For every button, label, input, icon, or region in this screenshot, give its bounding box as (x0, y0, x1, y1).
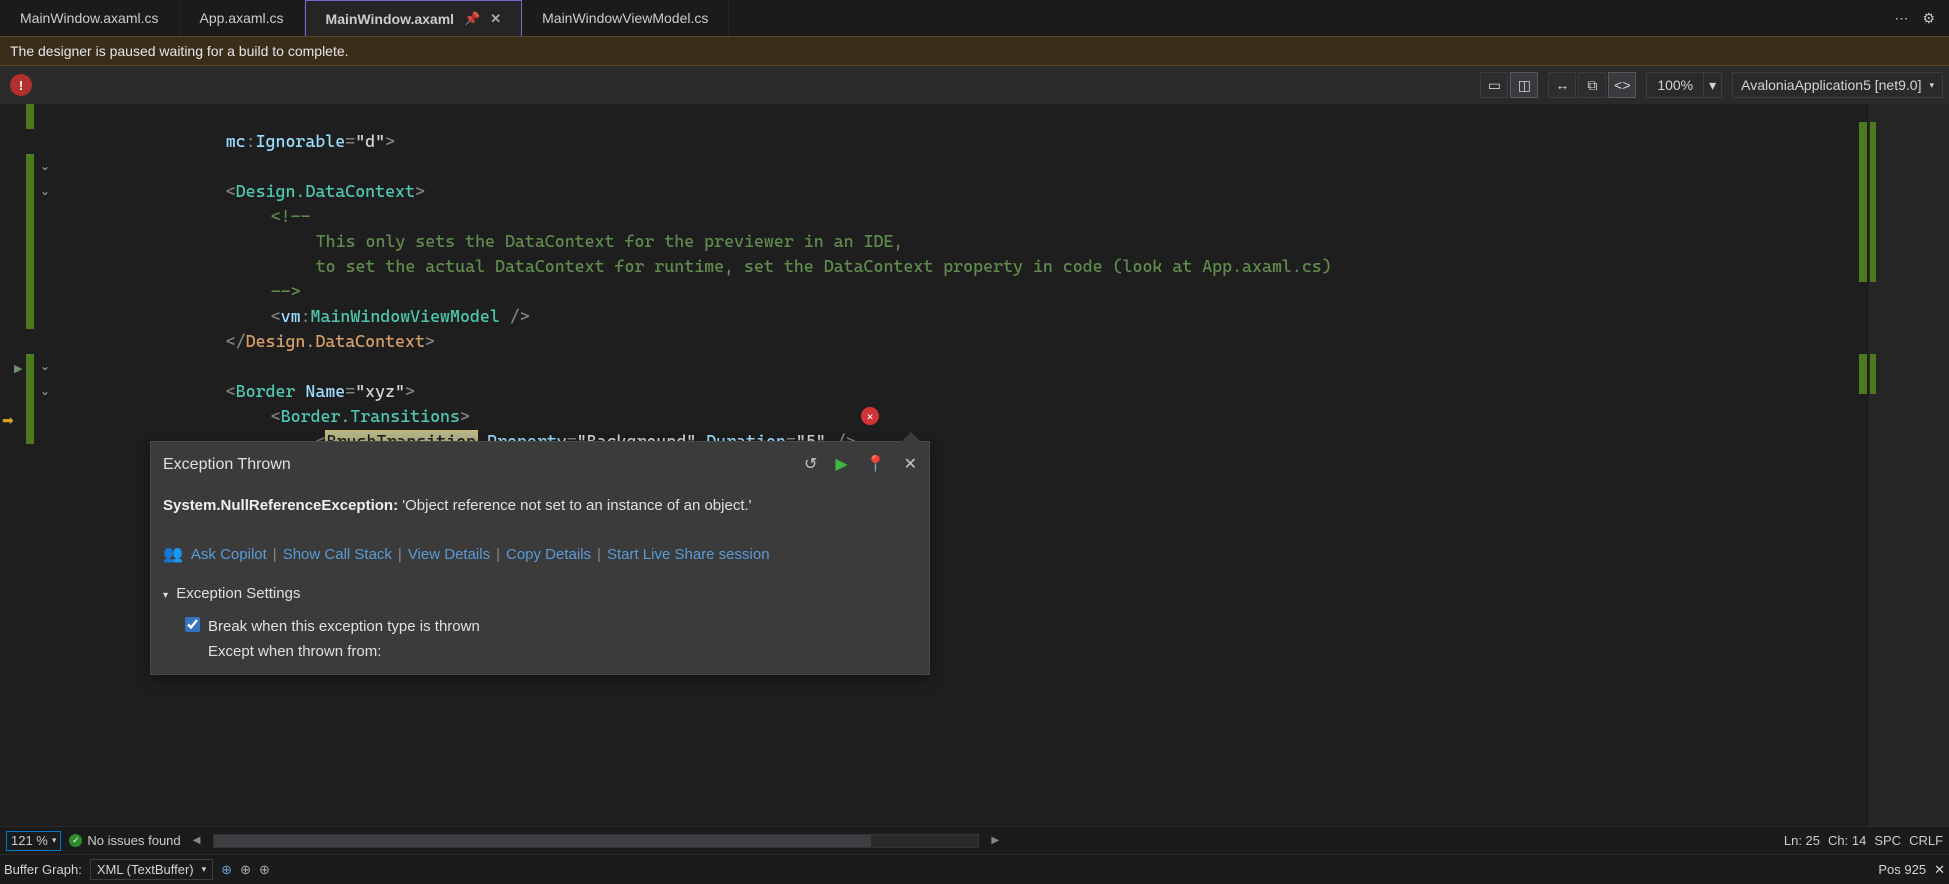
buffer-graph-label: Buffer Graph: (4, 862, 82, 877)
fold-toggle[interactable]: ⌄ (34, 184, 56, 198)
editor-body: ➡ ⌄ ⌄ ⌄ ⌄ ▶ mc:Ignorable="d"> <Design.Da… (0, 104, 1949, 826)
exception-popup: Exception Thrown ↺ ▶ 📍 ✕ System.NullRefe… (150, 441, 930, 675)
chevron-down-icon: ▾ (202, 864, 207, 875)
exception-title: Exception Thrown (163, 452, 291, 477)
chevron-down-icon: ▾ (52, 835, 57, 846)
swap-panes-button[interactable]: ↔ (1548, 72, 1576, 98)
designer-toolbar: ! ▭ ◫ ↔ ⧉ <> 100% ▾ AvaloniaApplication5… (0, 66, 1949, 104)
buffer-graph-bar: Buffer Graph: XML (TextBuffer) ▾ ⊕ ⊕ ⊕ P… (0, 854, 1949, 884)
chevron-down-icon: ▾ (1929, 80, 1934, 91)
break-label: Break when this exception type is thrown (208, 614, 480, 639)
col-status[interactable]: Ch: 14 (1828, 833, 1866, 848)
close-icon[interactable]: ✕ (1934, 862, 1945, 878)
scroll-right-icon[interactable]: ▶ (987, 835, 1003, 846)
continue-icon[interactable]: ▶ (835, 452, 847, 477)
copilot-icon: 👥 (163, 542, 183, 567)
more-icon[interactable]: ⋯ (1894, 10, 1908, 27)
gear-icon[interactable]: ⚙ (1922, 10, 1935, 27)
close-icon[interactable]: ✕ (490, 11, 501, 27)
except-label: Except when thrown from: (208, 639, 480, 664)
status-bar: 121 % ▾ ✓ No issues found ◀ ▶ Ln: 25 Ch:… (0, 826, 1949, 854)
pin-icon[interactable]: 📌 (464, 11, 480, 27)
tab-title: MainWindowViewModel.cs (542, 10, 708, 26)
close-icon[interactable]: ✕ (904, 452, 917, 477)
designer-paused-bar: The designer is paused waiting for a bui… (0, 36, 1949, 66)
view-details-link[interactable]: View Details (408, 542, 490, 567)
code-view-button[interactable]: <> (1608, 72, 1636, 98)
ask-copilot-link[interactable]: Ask Copilot (191, 542, 267, 567)
fold-toggle[interactable]: ⌄ (34, 159, 56, 173)
tab-bar: MainWindow.axaml.cs App.axaml.cs MainWin… (0, 0, 1949, 36)
minimap[interactable] (1869, 104, 1949, 826)
buffer-icon-3[interactable]: ⊕ (259, 862, 270, 878)
buffer-icon-1[interactable]: ⊕ (221, 862, 232, 878)
eol-status[interactable]: CRLF (1909, 833, 1943, 848)
zoom-combo[interactable]: 121 % ▾ (6, 831, 61, 851)
current-line-arrow-icon: ➡ (2, 412, 14, 429)
exception-links: 👥 Ask Copilot | Show Call Stack | View D… (151, 536, 929, 579)
zoom-dropdown[interactable]: ▾ (1704, 72, 1722, 98)
tab-viewmodel-cs[interactable]: MainWindowViewModel.cs (522, 0, 729, 36)
split-vertical-button[interactable]: ◫ (1510, 72, 1538, 98)
buffer-icon-2[interactable]: ⊕ (240, 862, 251, 878)
zoom-value: 100% (1646, 72, 1704, 98)
issues-status[interactable]: ✓ No issues found (69, 833, 180, 848)
history-icon[interactable]: ↺ (804, 452, 817, 477)
fold-strip: ⌄ ⌄ ⌄ ⌄ ▶ (34, 104, 56, 826)
right-change-strip (1859, 104, 1869, 826)
pin-icon[interactable]: 📍 (866, 452, 886, 477)
spaces-status[interactable]: SPC (1874, 833, 1901, 848)
popout-button[interactable]: ⧉ (1578, 72, 1606, 98)
target-combo[interactable]: AvaloniaApplication5 [net9.0] ▾ (1732, 72, 1943, 98)
play-tri-icon: ▶ (14, 362, 22, 375)
line-status[interactable]: Ln: 25 (1784, 833, 1820, 848)
tab-app-cs[interactable]: App.axaml.cs (180, 0, 305, 36)
expand-icon: ▾ (163, 590, 168, 601)
ok-icon: ✓ (69, 834, 82, 847)
tab-title: MainWindow.axaml (326, 11, 454, 27)
buffer-graph-combo[interactable]: XML (TextBuffer) ▾ (90, 859, 213, 880)
fold-toggle[interactable]: ⌄ (34, 359, 56, 373)
tab-title: MainWindow.axaml.cs (20, 10, 159, 26)
designer-paused-text: The designer is paused waiting for a bui… (10, 43, 349, 59)
error-badge-icon[interactable]: ! (10, 74, 32, 96)
tab-title: App.axaml.cs (200, 10, 284, 26)
tab-mainwindow-cs[interactable]: MainWindow.axaml.cs (0, 0, 180, 36)
split-horizontal-button[interactable]: ▭ (1480, 72, 1508, 98)
buffer-pos: Pos 925 (1878, 862, 1926, 877)
copy-details-link[interactable]: Copy Details (506, 542, 591, 567)
error-glyph-icon[interactable]: ✕ (861, 407, 879, 425)
exception-message: System.NullReferenceException: 'Object r… (151, 487, 929, 536)
horizontal-scrollbar[interactable] (213, 834, 980, 848)
target-combo-text: AvaloniaApplication5 [net9.0] (1741, 77, 1921, 93)
change-strip (26, 104, 34, 826)
break-checkbox[interactable] (185, 617, 200, 632)
exception-settings-toggle[interactable]: ▾ Exception Settings (163, 581, 917, 608)
breakpoint-strip[interactable]: ➡ (0, 104, 26, 826)
live-share-link[interactable]: Start Live Share session (607, 542, 770, 567)
tab-mainwindow-axaml[interactable]: MainWindow.axaml 📌 ✕ (305, 0, 523, 36)
code-area[interactable]: mc:Ignorable="d"> <Design.DataContext> <… (56, 104, 1859, 826)
scroll-left-icon[interactable]: ◀ (189, 835, 205, 846)
call-stack-link[interactable]: Show Call Stack (283, 542, 392, 567)
fold-toggle[interactable]: ⌄ (34, 384, 56, 398)
